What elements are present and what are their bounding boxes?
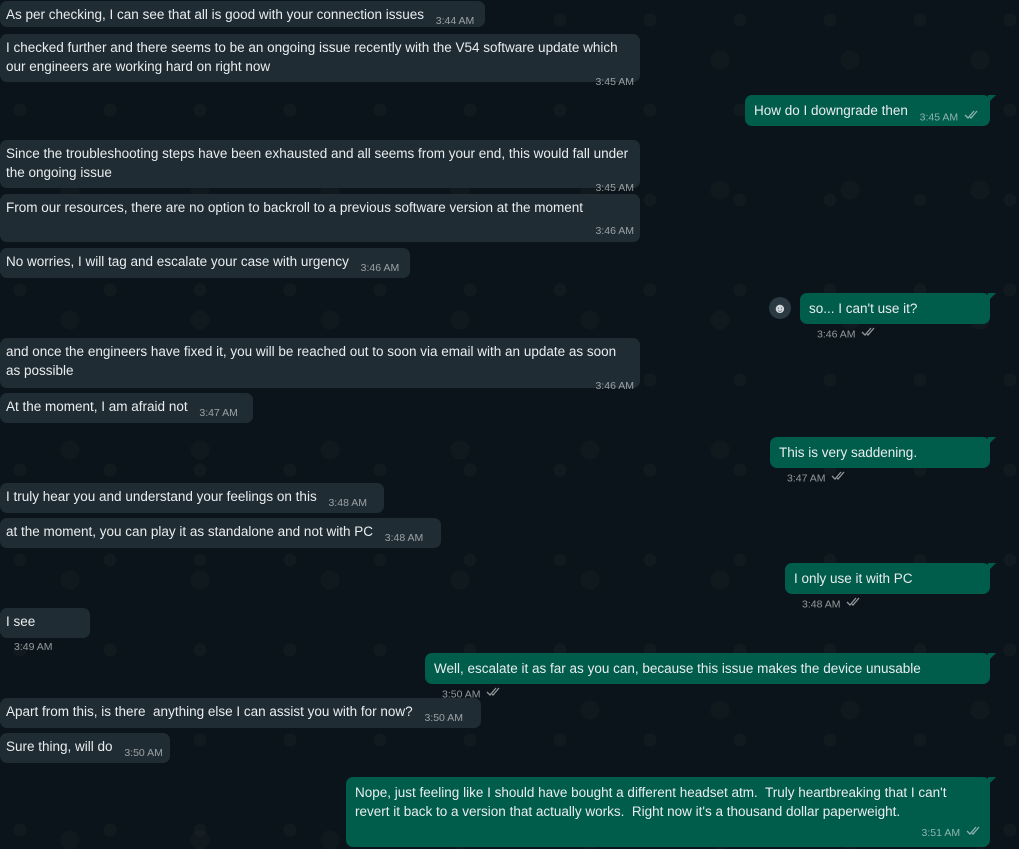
message-text: How do I downgrade then [754, 103, 908, 118]
double-check-icon [861, 325, 877, 344]
message-text: Sure thing, will do [6, 739, 113, 754]
message-time: 3:48 AM [328, 497, 367, 509]
message-outgoing[interactable]: I only use it with PC 3:48 AM [785, 563, 996, 610]
message-text: Apart from this, is there anything else … [6, 704, 413, 719]
message-time: 3:46 AM [595, 225, 634, 237]
double-check-icon [846, 595, 862, 614]
message-time: 3:47 AM [787, 472, 826, 484]
message-time: 3:50 AM [424, 712, 463, 724]
message-time: 3:49 AM [14, 641, 53, 653]
message-time: 3:48 AM [802, 598, 841, 610]
message-incoming[interactable]: I truly hear you and understand your fee… [0, 483, 384, 513]
message-text: Since the troubleshooting steps have bee… [6, 146, 632, 180]
message-incoming[interactable]: From our resources, there are no option … [0, 194, 640, 242]
message-text: No worries, I will tag and escalate your… [6, 254, 349, 269]
double-check-icon [964, 108, 980, 127]
message-text: I see [6, 614, 36, 629]
message-time: 3:51 AM [921, 826, 961, 839]
message-time: 3:45 AM [919, 111, 959, 123]
message-text: I only use it with PC [794, 571, 913, 586]
message-text: From our resources, there are no option … [6, 200, 584, 215]
smiley-reaction-icon[interactable]: ☻ [769, 297, 791, 319]
message-time: 3:48 AM [384, 532, 424, 544]
message-time: 3:47 AM [199, 407, 238, 419]
message-time: 3:46 AM [360, 262, 400, 274]
message-incoming[interactable]: Apart from this, is there anything else … [0, 698, 481, 728]
message-incoming[interactable]: I see 3:49 AM [0, 608, 90, 653]
message-text: As per checking, I can see that all is g… [6, 7, 424, 22]
message-time: 3:46 AM [595, 380, 634, 392]
message-incoming[interactable]: and once the engineers have fixed it, yo… [0, 338, 640, 392]
message-text: and once the engineers have fixed it, yo… [6, 344, 620, 378]
message-incoming[interactable]: at the moment, you can play it as standa… [0, 518, 441, 548]
message-text: at the moment, you can play it as standa… [6, 524, 373, 539]
message-time: 3:45 AM [595, 76, 634, 88]
message-text: I truly hear you and understand your fee… [6, 489, 317, 504]
message-text: Nope, just feeling like I should have bo… [355, 785, 951, 819]
message-outgoing[interactable]: Nope, just feeling like I should have bo… [346, 777, 996, 847]
message-text: This is very saddening. [779, 445, 918, 460]
message-time: 3:46 AM [817, 328, 856, 340]
chat-messages-area[interactable]: As per checking, I can see that all is g… [0, 0, 1019, 849]
message-outgoing[interactable]: How do I downgrade then 3:45 AM [745, 95, 996, 127]
double-check-icon [966, 826, 982, 840]
message-outgoing[interactable]: This is very saddening. 3:47 AM [770, 437, 996, 484]
message-incoming[interactable]: I checked further and there seems to be … [0, 34, 640, 88]
message-text: so... I can't use it? [809, 301, 918, 316]
double-check-icon [831, 469, 847, 488]
message-text: Well, escalate it as far as you can, bec… [434, 661, 921, 676]
message-time: 3:50 AM [124, 747, 163, 759]
message-incoming[interactable]: Since the troubleshooting steps have bee… [0, 140, 640, 194]
message-text: At the moment, I am afraid not [6, 399, 188, 414]
message-incoming[interactable]: As per checking, I can see that all is g… [0, 1, 485, 27]
message-incoming[interactable]: Sure thing, will do 3:50 AM [0, 733, 170, 763]
double-check-icon [486, 685, 502, 704]
message-time: 3:44 AM [435, 15, 475, 27]
message-outgoing[interactable]: so... I can't use it? 3:46 AM [800, 293, 996, 340]
message-outgoing[interactable]: Well, escalate it as far as you can, bec… [425, 653, 996, 700]
message-incoming[interactable]: No worries, I will tag and escalate your… [0, 248, 410, 278]
message-incoming[interactable]: At the moment, I am afraid not 3:47 AM [0, 393, 253, 423]
message-text: I checked further and there seems to be … [6, 40, 622, 74]
